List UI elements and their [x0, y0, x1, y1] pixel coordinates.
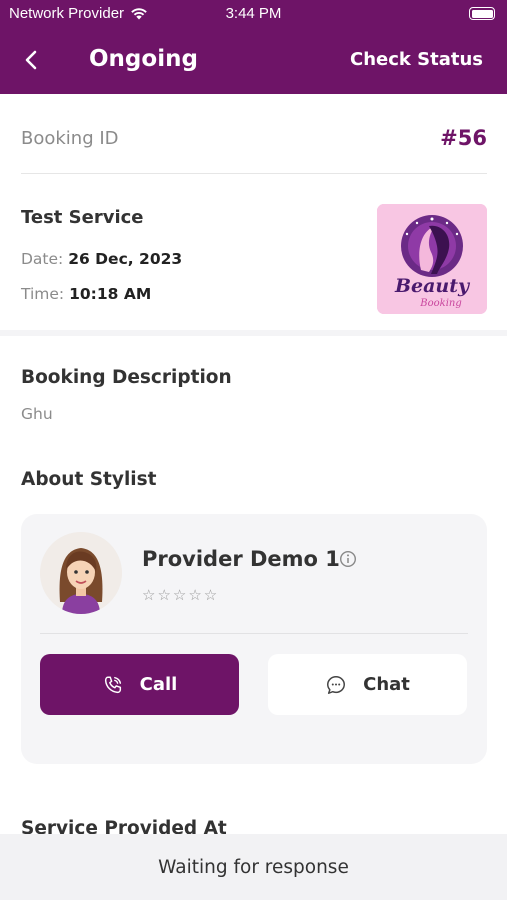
service-image: Beauty Booking: [377, 204, 487, 314]
rating-stars: ☆☆☆☆☆: [142, 586, 220, 604]
stylist-name: Provider Demo 1: [142, 547, 340, 571]
app-header: Network Provider 3:44 PM Ongoing Check S…: [0, 0, 507, 94]
booking-description-title: Booking Description: [21, 367, 232, 388]
date-label: Date:: [21, 250, 64, 268]
avatar: [40, 532, 122, 614]
service-summary: Test Service Date: 26 Dec, 2023 Time: 10…: [0, 175, 507, 330]
chat-bubble-icon: [327, 675, 346, 694]
logo-text-booking: Booking: [419, 298, 462, 309]
stylist-card: Provider Demo 1 ☆☆☆☆☆ Call Chat: [21, 514, 487, 764]
chat-label: Chat: [363, 674, 410, 695]
date-value: 26 Dec, 2023: [68, 250, 183, 268]
chevron-left-icon: [25, 50, 37, 70]
logo-text-beauty: Beauty: [394, 275, 471, 297]
battery-icon: [469, 7, 495, 20]
time-value: 10:18 AM: [69, 285, 152, 303]
card-divider: [40, 633, 468, 634]
time-label: Time:: [21, 285, 65, 303]
service-date: Date: 26 Dec, 2023: [21, 250, 182, 268]
status-bar: Network Provider 3:44 PM: [0, 0, 507, 28]
info-icon[interactable]: [339, 550, 357, 568]
booking-id-value: #56: [440, 126, 487, 150]
status-time: 3:44 PM: [225, 5, 282, 22]
service-name: Test Service: [21, 207, 144, 228]
chat-button[interactable]: Chat: [268, 654, 467, 715]
about-stylist-title: About Stylist: [21, 469, 157, 490]
call-label: Call: [139, 674, 178, 695]
booking-description-text: Ghu: [21, 405, 53, 423]
booking-id-label: Booking ID: [21, 128, 119, 149]
section-divider: [0, 330, 507, 336]
booking-id-row: Booking ID #56: [21, 94, 487, 174]
response-status-footer: Waiting for response: [0, 834, 507, 900]
response-status-text: Waiting for response: [158, 856, 349, 878]
check-status-button[interactable]: Check Status: [350, 49, 483, 70]
phone-icon: [104, 675, 121, 693]
back-button[interactable]: [14, 43, 48, 77]
beauty-booking-logo: Beauty Booking: [377, 204, 487, 314]
nav-bar: Ongoing Check Status: [0, 28, 507, 94]
page-title: Ongoing: [89, 46, 198, 72]
call-button[interactable]: Call: [40, 654, 239, 715]
service-time: Time: 10:18 AM: [21, 285, 151, 303]
